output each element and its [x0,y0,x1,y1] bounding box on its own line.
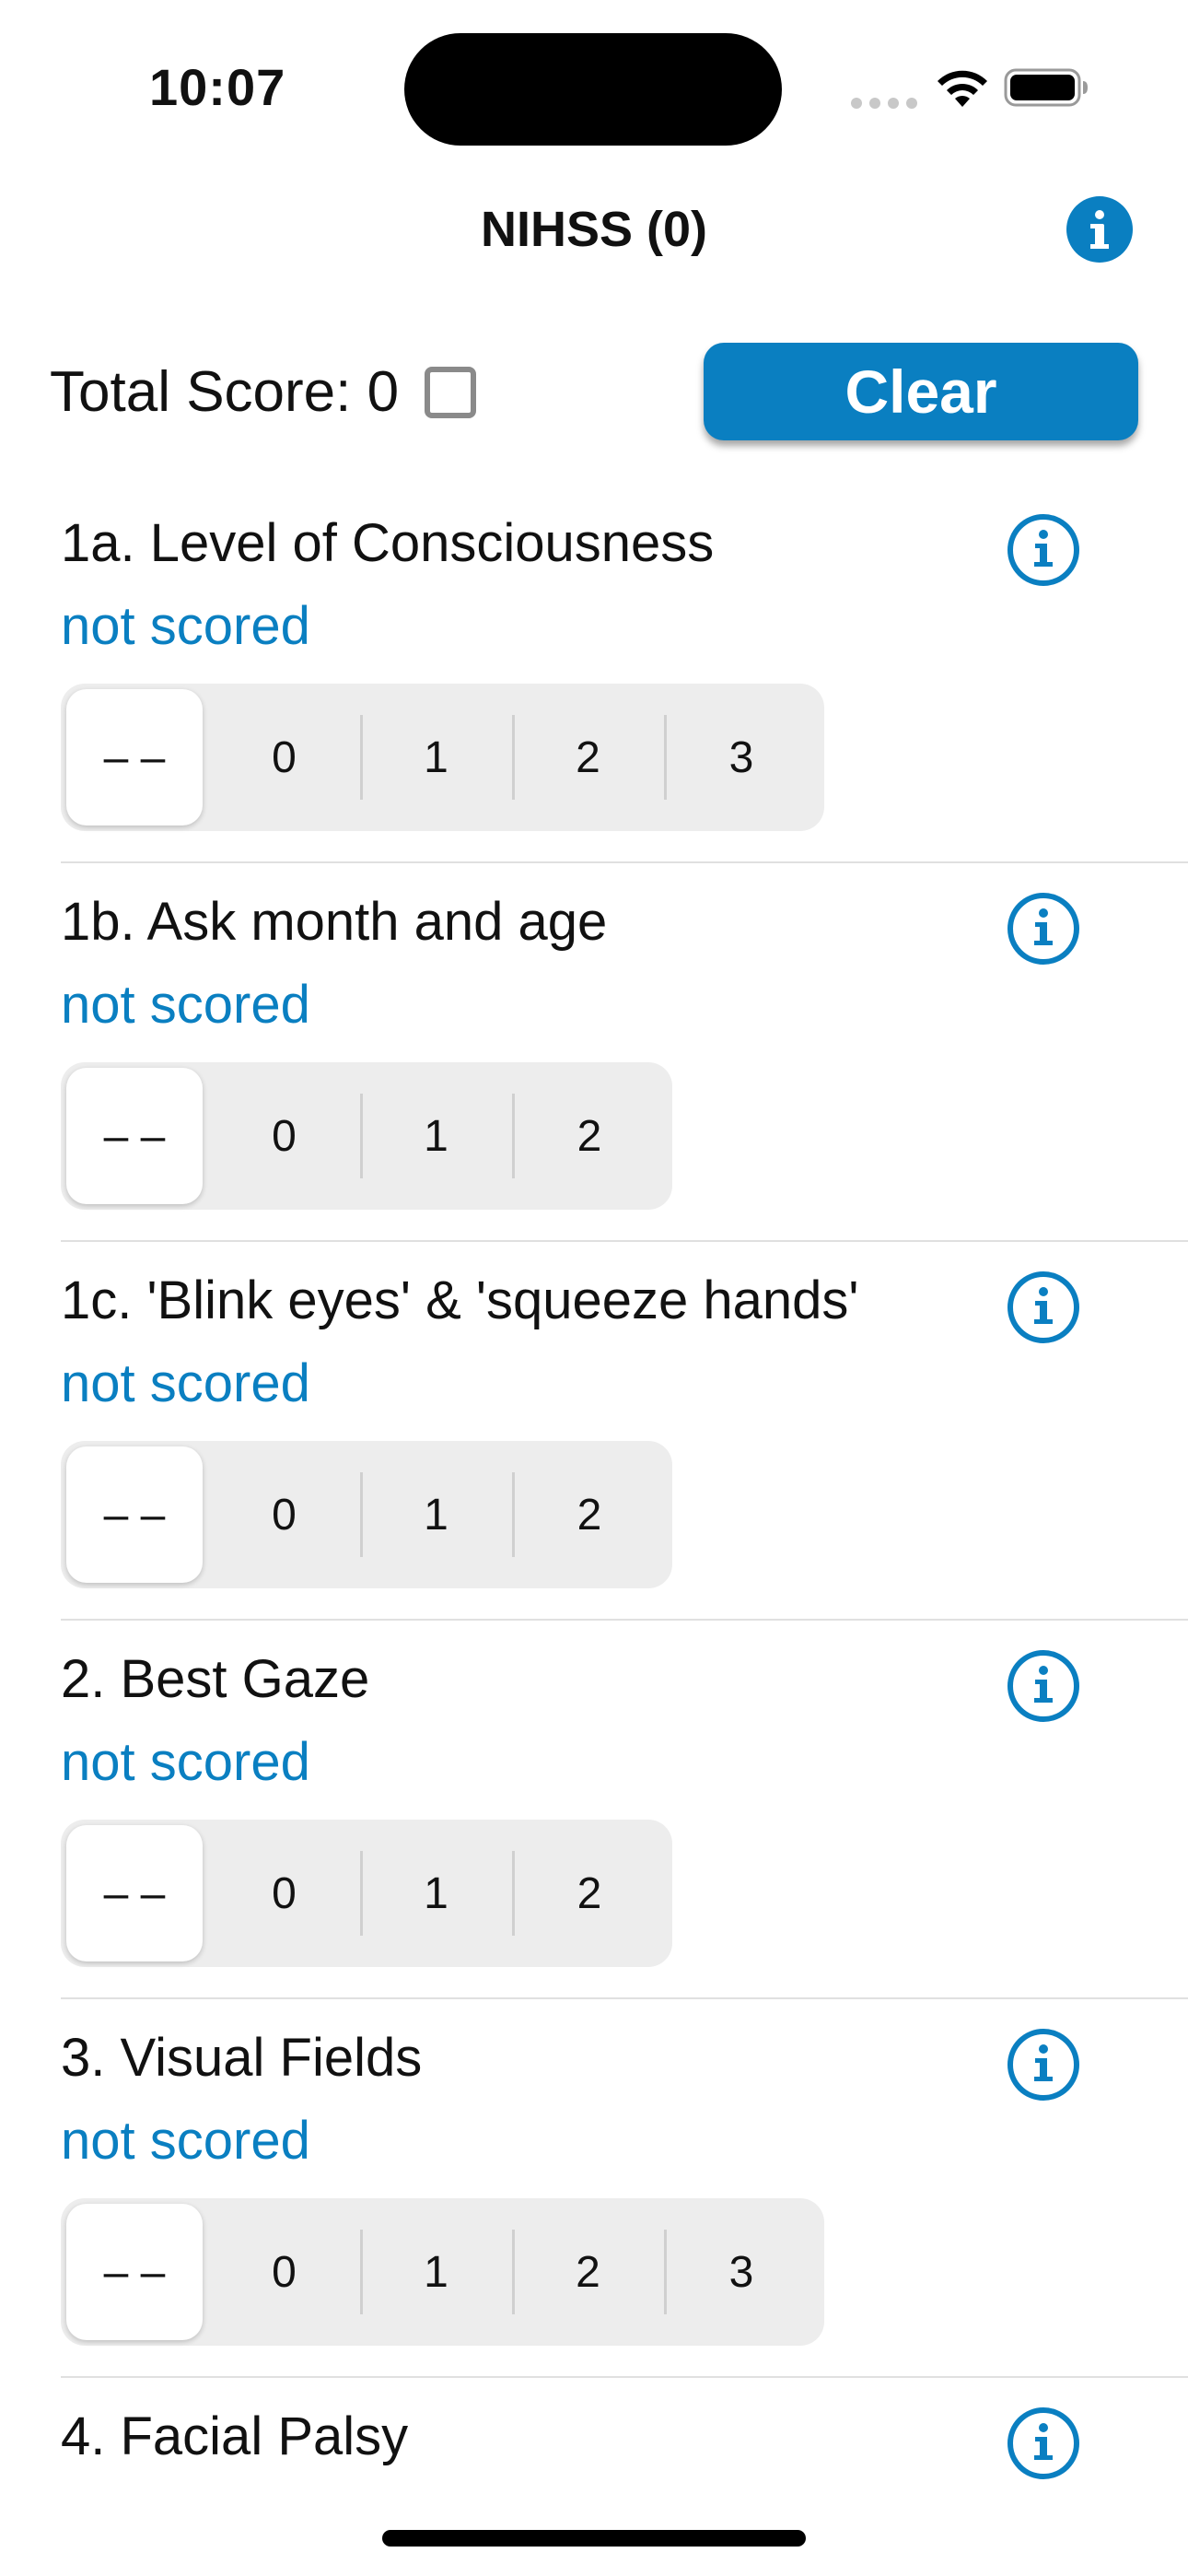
segment-2[interactable]: 2 [512,1068,667,1204]
item-status: not scored [61,2111,310,2171]
segment-1[interactable]: 1 [360,2204,512,2340]
item-title: 1a. Level of Consciousness [61,513,715,573]
score-item-4: 4. Facial Palsy [61,2378,1188,2525]
info-circle-icon[interactable] [1006,1270,1081,1345]
segment-0[interactable]: 0 [208,1446,360,1583]
segment-3[interactable]: 3 [664,2204,819,2340]
info-circle-icon[interactable] [1006,512,1081,588]
score-item-2: 2. Best Gaze not scored – – 0 1 2 [61,1621,1188,1999]
wifi-icon [938,70,987,107]
item-title: 1c. 'Blink eyes' & 'squeeze hands' [61,1270,859,1330]
segment-unscored[interactable]: – – [66,1446,203,1583]
score-item-1c: 1c. 'Blink eyes' & 'squeeze hands' not s… [61,1242,1188,1621]
status-icons [847,64,1089,111]
score-segmented-control: – – 0 1 2 [61,1820,672,1967]
score-item-1a: 1a. Level of Consciousness not scored – … [61,485,1188,863]
score-item-1b: 1b. Ask month and age not scored – – 0 1… [61,863,1188,1242]
segment-1[interactable]: 1 [360,1446,512,1583]
battery-icon [1004,68,1088,107]
item-status: not scored [61,596,310,656]
score-segmented-control: – – 0 1 2 [61,1441,672,1588]
item-status: not scored [61,975,310,1035]
home-indicator[interactable] [382,2530,806,2547]
segment-2[interactable]: 2 [512,2204,664,2340]
item-title: 3. Visual Fields [61,2028,423,2088]
info-circle-icon[interactable] [1006,2406,1081,2481]
score-segmented-control: – – 0 1 2 [61,1062,672,1210]
clear-button[interactable]: Clear [704,343,1138,440]
total-score-label: Total Score: 0 [50,360,400,424]
item-status: not scored [61,1732,310,1792]
info-circle-icon[interactable] [1006,2027,1081,2102]
segment-0[interactable]: 0 [208,689,360,825]
score-segmented-control: – – 0 1 2 3 [61,2198,824,2346]
segment-1[interactable]: 1 [360,1068,512,1204]
segment-2[interactable]: 2 [512,1825,667,1961]
total-score-checkbox[interactable] [425,366,477,418]
page-title: NIHSS (0) [480,202,708,257]
score-segmented-control: – – 0 1 2 3 [61,684,824,831]
segment-unscored[interactable]: – – [66,689,203,825]
segment-0[interactable]: 0 [208,1825,360,1961]
info-filled-icon[interactable] [1066,196,1133,263]
segment-unscored[interactable]: – – [66,2204,203,2340]
item-status: not scored [61,1353,310,1413]
status-time: 10:07 [149,58,286,116]
segment-unscored[interactable]: – – [66,1068,203,1204]
item-title: 1b. Ask month and age [61,892,608,952]
score-item-3: 3. Visual Fields not scored – – 0 1 2 3 [61,1999,1188,2378]
cellular-signal-icon [851,98,917,109]
item-title: 2. Best Gaze [61,1649,370,1709]
item-title: 4. Facial Palsy [61,2406,409,2466]
segment-unscored[interactable]: – – [66,1825,203,1961]
segment-3[interactable]: 3 [664,689,819,825]
segment-1[interactable]: 1 [360,689,512,825]
dynamic-island [404,33,782,146]
info-circle-icon[interactable] [1006,1648,1081,1724]
segment-0[interactable]: 0 [208,2204,360,2340]
total-score: Total Score: 0 [50,359,477,425]
segment-1[interactable]: 1 [360,1825,512,1961]
segment-2[interactable]: 2 [512,1446,667,1583]
segment-0[interactable]: 0 [208,1068,360,1204]
info-circle-icon[interactable] [1006,891,1081,966]
segment-2[interactable]: 2 [512,689,664,825]
